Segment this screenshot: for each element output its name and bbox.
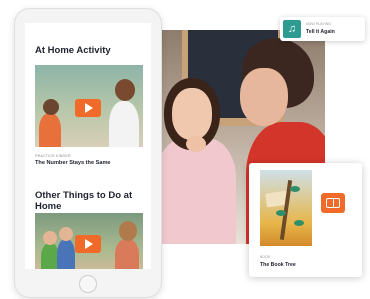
video-category: PRACTICE KINDER <box>35 154 71 158</box>
at-home-activity-title: At Home Activity <box>35 45 111 56</box>
open-book-icon[interactable] <box>321 193 345 213</box>
book-card[interactable]: BOOK The Book Tree <box>249 163 362 277</box>
now-playing-label: NOW PLAYING <box>306 22 332 26</box>
video-thumbnail-other-things[interactable] <box>35 213 143 269</box>
music-note-icon: ♫ <box>283 20 301 38</box>
play-icon[interactable] <box>75 235 101 253</box>
video-title[interactable]: The Number Stays the Same <box>35 160 135 167</box>
book-label: BOOK <box>260 255 271 259</box>
now-playing-card[interactable]: ♫ NOW PLAYING Tell it Again <box>280 17 365 41</box>
other-things-title: Other Things to Do at Home <box>35 190 133 212</box>
girl-figure <box>160 138 236 244</box>
play-icon[interactable] <box>75 99 101 117</box>
phone-screen: At Home Activity PRACTICE KINDER The Num… <box>25 23 151 269</box>
book-title: The Book Tree <box>260 262 296 268</box>
home-button <box>79 275 97 293</box>
book-cover-image <box>260 170 312 246</box>
video-thumbnail-number-stays[interactable] <box>35 65 143 147</box>
now-playing-title: Tell it Again <box>306 29 335 35</box>
phone-mockup: At Home Activity PRACTICE KINDER The Num… <box>14 8 162 298</box>
